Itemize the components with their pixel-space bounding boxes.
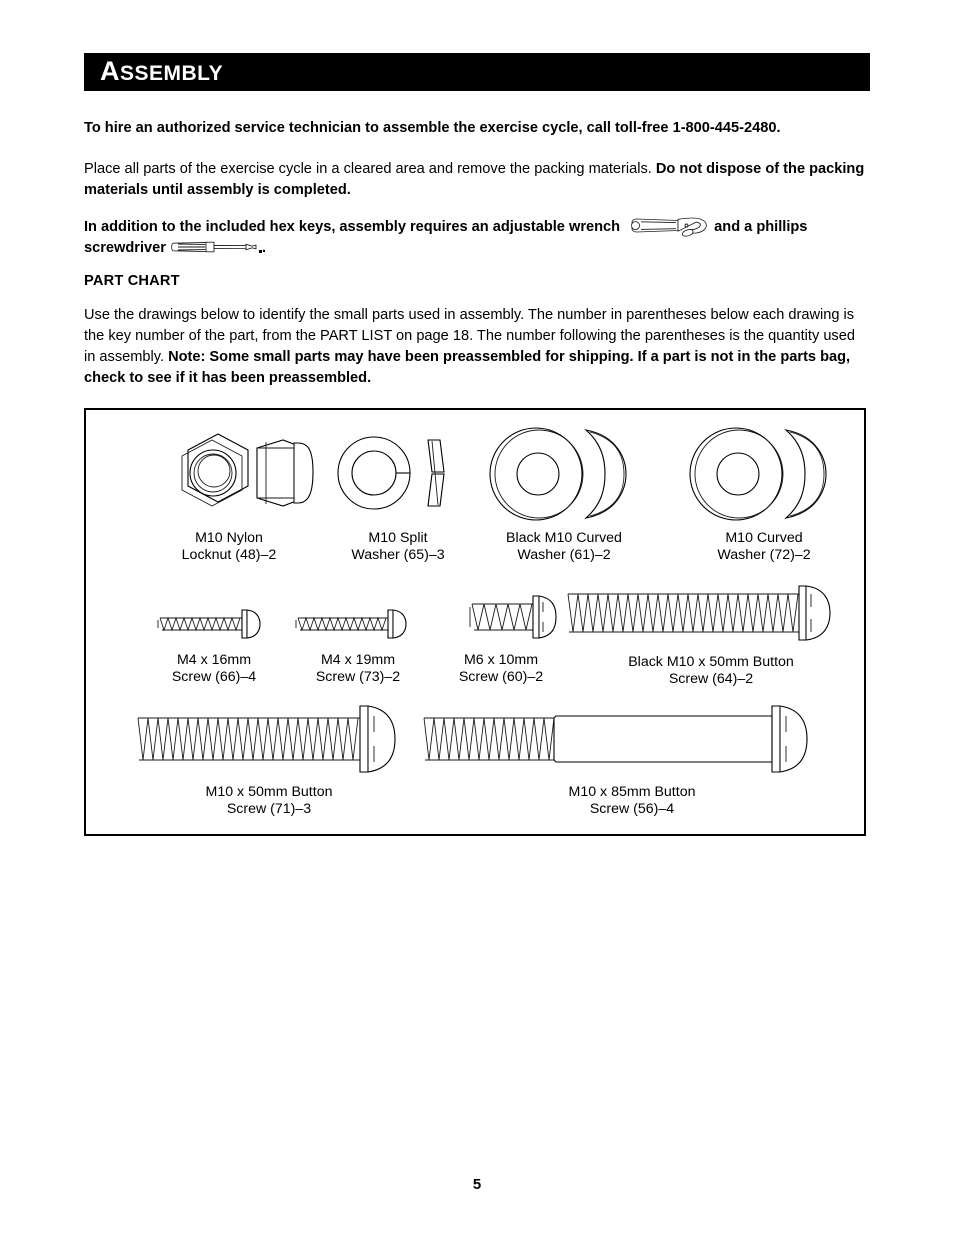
hire-technician-text: To hire an authorized service technician… [84,120,781,136]
part-caption: M10 x 50mm Button Screw (71)–3 [124,784,414,818]
m6-x-10mm-screw-drawing [416,588,586,650]
part-caption-line1: M10 x 50mm Button [205,784,333,800]
part-caption: Black M10 x 50mm Button Screw (64)–2 [566,654,856,688]
phillips-screwdriver-icon [170,237,262,257]
part-caption-line2: Screw (71)–3 [226,801,312,817]
part-m10-split-washer: M10 Split Washer (65)–3 [308,428,488,564]
section-title-bar: ASSEMBLY [84,53,870,91]
part-m10-nylon-locknut: M10 Nylon Locknut (48)–2 [134,428,324,564]
part-black-m10-curved-washer: Black M10 Curved Washer (61)–2 [464,424,664,564]
page-number: 5 [472,1176,482,1193]
part-caption: M10 Curved Washer (72)–2 [664,530,864,564]
part-caption: M10 Split Washer (65)–3 [308,530,488,564]
part-caption-line1: M10 Curved [725,530,803,546]
part-caption-line1: M10 x 85mm Button [568,784,696,800]
part-caption-line2: Washer (65)–3 [351,547,445,563]
black-m10-x-50mm-button-screw-drawing [566,582,856,652]
part-caption-line1: M10 Nylon [195,530,263,546]
part-m10-x-85mm-button-screw: M10 x 85mm Button Screw (56)–4 [422,702,842,818]
paragraph-place-parts: Place all parts of the exercise cycle in… [84,159,870,201]
use-drawings-note: Note: Some small parts may have been pre… [84,349,851,386]
part-caption-line2: Washer (61)–2 [517,547,611,563]
part-caption-line1: Black M10 x 50mm Button [628,654,794,670]
adjustable-wrench-icon [624,215,710,237]
m10-x-85mm-button-screw-drawing [422,702,842,782]
page-title-rest: SSEMBLY [120,61,224,85]
part-chart-heading: PART CHART [84,273,180,289]
m10-split-washer-drawing [308,428,488,528]
part-caption: Black M10 Curved Washer (61)–2 [464,530,664,564]
part-caption: M10 x 85mm Button Screw (56)–4 [422,784,842,818]
part-caption-line2: Washer (72)–2 [717,547,811,563]
part-m10-x-50mm-button-screw: M10 x 50mm Button Screw (71)–3 [124,702,414,818]
page-title: ASSEMBLY [100,55,224,86]
paragraph-tools-required: In addition to the included hex keys, as… [84,216,870,259]
m10-nylon-locknut-drawing [134,428,324,528]
part-caption-line1: Black M10 Curved [506,530,622,546]
part-chart-box: M10 Nylon Locknut (48)–2 M10 Split Washe… [84,408,866,836]
part-caption-line2: Screw (56)–4 [589,801,675,817]
black-m10-curved-washer-drawing [464,424,664,528]
part-caption-line2: Screw (60)–2 [458,669,544,685]
paragraph-use-drawings: Use the drawings below to identify the s… [84,305,870,389]
part-caption-line2: Locknut (48)–2 [181,547,277,563]
part-caption-line1: M6 x 10mm [463,652,539,668]
part-black-m10-x-50mm-button-screw: Black M10 x 50mm Button Screw (64)–2 [566,582,856,688]
part-caption-line2: Screw (64)–2 [668,671,754,687]
part-m6-x-10mm-screw: M6 x 10mm Screw (60)–2 [416,588,586,686]
part-m10-curved-washer: M10 Curved Washer (72)–2 [664,424,864,564]
part-caption-line1: M10 Split [368,530,428,546]
tools-text-end: . [262,240,267,256]
page-title-initial: A [100,55,120,86]
place-parts-text: Place all parts of the exercise cycle in… [84,161,656,177]
part-caption: M10 Nylon Locknut (48)–2 [134,530,324,564]
tools-text-before-wrench: In addition to the included hex keys, as… [84,218,625,235]
m10-curved-washer-drawing [664,424,864,528]
manual-page: ASSEMBLY To hire an authorized service t… [0,0,954,1235]
part-caption: M6 x 10mm Screw (60)–2 [416,652,586,686]
m10-x-50mm-button-screw-drawing [124,702,414,782]
paragraph-hire-technician: To hire an authorized service technician… [84,118,870,139]
